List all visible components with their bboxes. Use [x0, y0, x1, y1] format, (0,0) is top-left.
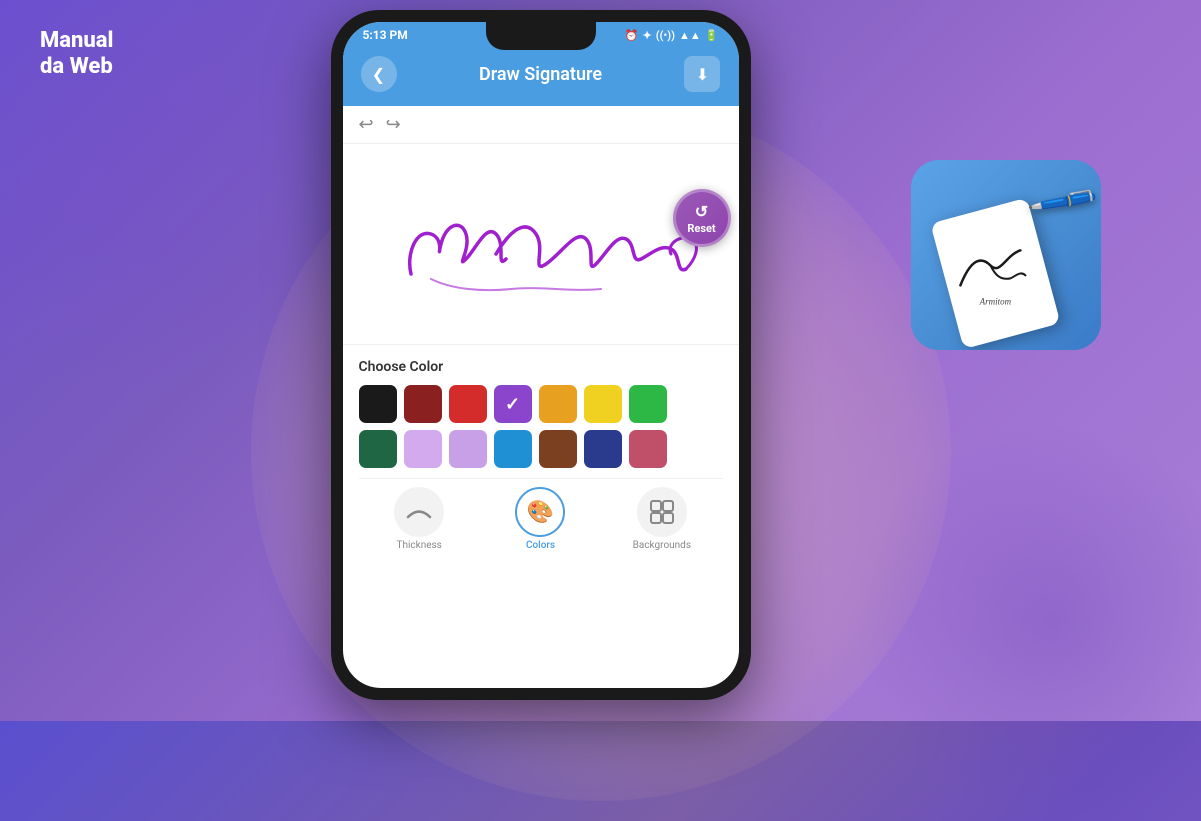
- color-row-2: [359, 430, 723, 468]
- phone-notch: [486, 22, 596, 50]
- signature-area[interactable]: ↺ Reset: [343, 144, 739, 344]
- color-swatch-lilac[interactable]: [449, 430, 487, 468]
- logo: Manual da Web: [40, 28, 113, 81]
- undo-button[interactable]: ↩: [359, 114, 374, 135]
- color-swatch-blue[interactable]: [494, 430, 532, 468]
- back-button[interactable]: ❮: [361, 56, 397, 92]
- color-swatch-yellow[interactable]: [584, 385, 622, 423]
- tab-thickness[interactable]: Thickness: [359, 487, 480, 551]
- drawing-toolbar: ↩ ↪: [343, 106, 739, 144]
- backgrounds-label: Backgrounds: [633, 540, 691, 551]
- app-header: ❮ Draw Signature ⬇: [343, 46, 739, 106]
- redo-button[interactable]: ↪: [386, 114, 401, 135]
- header-title: Draw Signature: [479, 64, 602, 85]
- logo-line2: da Web: [40, 54, 113, 80]
- reset-button[interactable]: ↺ Reset: [673, 189, 731, 247]
- color-swatch-brown[interactable]: [539, 430, 577, 468]
- color-panel-title: Choose Color: [359, 359, 723, 375]
- color-swatch-green[interactable]: [629, 385, 667, 423]
- logo-line1: Manual: [40, 28, 113, 54]
- backgrounds-icon-wrap: [637, 487, 687, 537]
- color-swatch-navy[interactable]: [584, 430, 622, 468]
- app-icon: Armitom 🖊️: [911, 160, 1101, 350]
- color-swatch-darkred[interactable]: [404, 385, 442, 423]
- thickness-icon-wrap: [394, 487, 444, 537]
- color-row-1: ✓: [359, 385, 723, 423]
- tab-colors[interactable]: 🎨 Colors: [480, 487, 601, 551]
- status-icons: ⏰ ✦ ((•)) ▲▲ 🔋: [625, 29, 719, 42]
- bottom-tabs: Thickness 🎨 Colors: [359, 478, 723, 557]
- colors-icon-wrap: 🎨: [515, 487, 565, 537]
- colors-label: Colors: [526, 540, 555, 551]
- color-swatch-orange[interactable]: [539, 385, 577, 423]
- phone-frame: 5:13 PM ⏰ ✦ ((•)) ▲▲ 🔋 ❮ Draw Signature …: [331, 10, 751, 700]
- color-swatch-purple-selected[interactable]: ✓: [494, 385, 532, 423]
- phone-screen: 5:13 PM ⏰ ✦ ((•)) ▲▲ 🔋 ❮ Draw Signature …: [343, 22, 739, 688]
- color-swatch-darkgreen[interactable]: [359, 430, 397, 468]
- color-swatch-lavender[interactable]: [404, 430, 442, 468]
- color-panel-header: Choose Color ✓: [343, 344, 739, 557]
- color-swatch-pink[interactable]: [629, 430, 667, 468]
- color-swatch-black[interactable]: [359, 385, 397, 423]
- thickness-label: Thickness: [396, 540, 441, 551]
- download-button[interactable]: ⬇: [684, 56, 720, 92]
- tab-backgrounds[interactable]: Backgrounds: [601, 487, 722, 551]
- status-time: 5:13 PM: [363, 28, 408, 42]
- color-swatch-red[interactable]: [449, 385, 487, 423]
